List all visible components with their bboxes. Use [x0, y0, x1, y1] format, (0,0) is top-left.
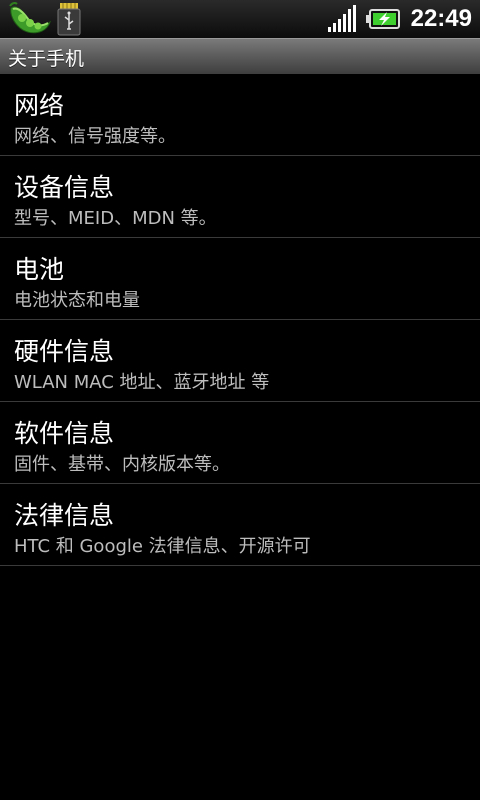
list-item-summary: 固件、基带、内核版本等。: [14, 454, 230, 475]
list-item-device-info[interactable]: 设备信息 型号、MEID、MDN 等。: [0, 156, 480, 238]
sdcard-usb-icon: [56, 2, 82, 36]
settings-list: 网络 网络、信号强度等。 设备信息 型号、MEID、MDN 等。 电池 电池状态…: [0, 74, 480, 566]
list-item-summary: 型号、MEID、MDN 等。: [14, 208, 217, 229]
list-item-title: 电池: [14, 255, 65, 284]
list-item-summary: 网络、信号强度等。: [14, 126, 176, 147]
status-clock: 22:49: [410, 5, 472, 32]
list-item-title: 网络: [14, 91, 65, 120]
list-item-title: 法律信息: [14, 501, 115, 530]
list-item-title: 设备信息: [14, 173, 115, 202]
list-item-hardware-info[interactable]: 硬件信息 WLAN MAC 地址、蓝牙地址 等: [0, 320, 480, 402]
status-bar[interactable]: 22:49: [0, 0, 480, 38]
list-item-software-info[interactable]: 软件信息 固件、基带、内核版本等。: [0, 402, 480, 484]
list-item-summary: WLAN MAC 地址、蓝牙地址 等: [14, 372, 270, 393]
battery-charging-icon: [365, 8, 401, 30]
list-item-title: 软件信息: [14, 419, 115, 448]
status-indicators: 22:49: [327, 0, 472, 38]
title-bar: 关于手机: [0, 38, 480, 74]
list-item-summary: 电池状态和电量: [14, 290, 140, 311]
list-item-legal-info[interactable]: 法律信息 HTC 和 Google 法律信息、开源许可: [0, 484, 480, 566]
notification-icons[interactable]: [8, 2, 82, 36]
signal-strength-icon: [327, 5, 357, 33]
list-item-summary: HTC 和 Google 法律信息、开源许可: [14, 536, 311, 557]
page-title: 关于手机: [8, 48, 85, 70]
pea-app-icon: [8, 2, 52, 36]
list-item-battery[interactable]: 电池 电池状态和电量: [0, 238, 480, 320]
list-item-title: 硬件信息: [14, 337, 115, 366]
list-item-network[interactable]: 网络 网络、信号强度等。: [0, 74, 480, 156]
